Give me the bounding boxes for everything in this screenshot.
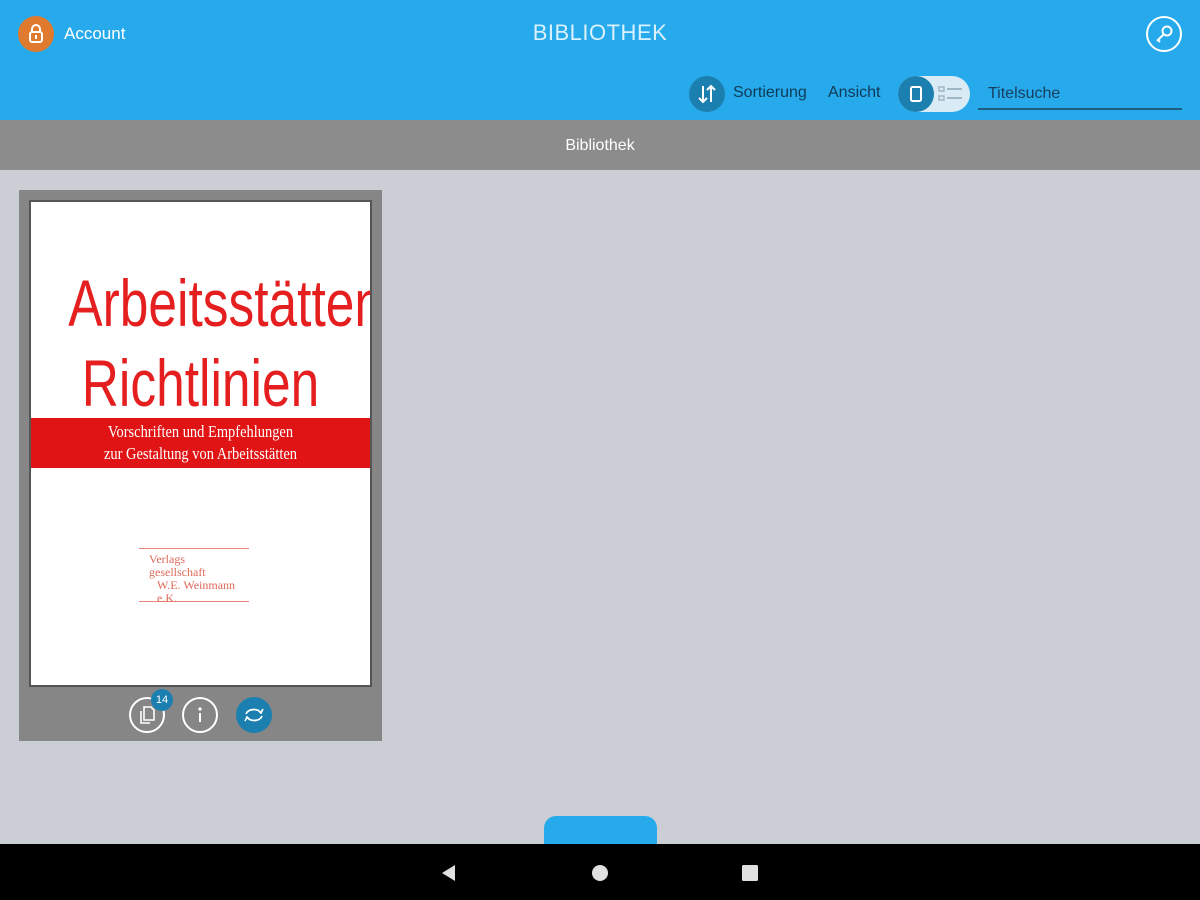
publisher-line4: e.K.	[157, 591, 177, 605]
back-icon	[442, 865, 455, 881]
top-bar: Account BIBLIOTHEK Sortierung Ansicht	[0, 0, 1200, 120]
cover-title-line2: Richtlinien	[81, 346, 320, 420]
cover-subtitle-line1: Vorschriften und Empfehlungen	[107, 422, 294, 441]
app-title: BIBLIOTHEK	[532, 20, 668, 45]
recents-icon	[742, 865, 758, 881]
sort-label[interactable]: Sortierung	[733, 84, 807, 102]
section-header: Bibliothek	[0, 120, 1200, 170]
view-label: Ansicht	[828, 84, 881, 101]
publisher-logo: Verlags gesellschaft W.E. Weinmann e.K.	[139, 548, 249, 605]
sync-button[interactable]	[236, 697, 272, 733]
book-cover[interactable]: Arbeitsstätten Richtlinien Vorschriften …	[29, 200, 372, 687]
document-count-badge: 14	[151, 689, 173, 711]
view-toggle[interactable]	[898, 76, 970, 112]
cover-subtitle-line2: zur Gestaltung von Arbeitsstätten	[103, 444, 298, 463]
info-icon	[198, 707, 202, 722]
sort-button[interactable]	[689, 76, 725, 112]
nav-recents-button[interactable]	[739, 862, 761, 884]
title-search-input[interactable]	[978, 80, 1182, 110]
home-icon	[592, 865, 608, 881]
cover-title-line1: Arbeitsstätten	[68, 266, 372, 340]
nav-back-button[interactable]	[438, 862, 460, 884]
single-view-icon	[898, 76, 934, 112]
publisher-line3: W.E. Weinmann	[157, 578, 236, 592]
book-tile: Arbeitsstätten Richtlinien Vorschriften …	[19, 190, 382, 741]
key-icon	[1156, 25, 1173, 43]
nav-home-button[interactable]	[589, 862, 611, 884]
list-view-icon	[938, 86, 962, 101]
system-nav-bar	[0, 844, 1200, 900]
sync-icon	[244, 708, 264, 722]
publisher-line1: Verlags	[149, 552, 185, 566]
book-actions: 14	[19, 689, 382, 735]
sort-arrows-icon	[698, 84, 716, 104]
info-button[interactable]	[182, 697, 218, 733]
settings-button[interactable]	[1146, 16, 1182, 52]
publisher-line2: gesellschaft	[149, 565, 206, 579]
